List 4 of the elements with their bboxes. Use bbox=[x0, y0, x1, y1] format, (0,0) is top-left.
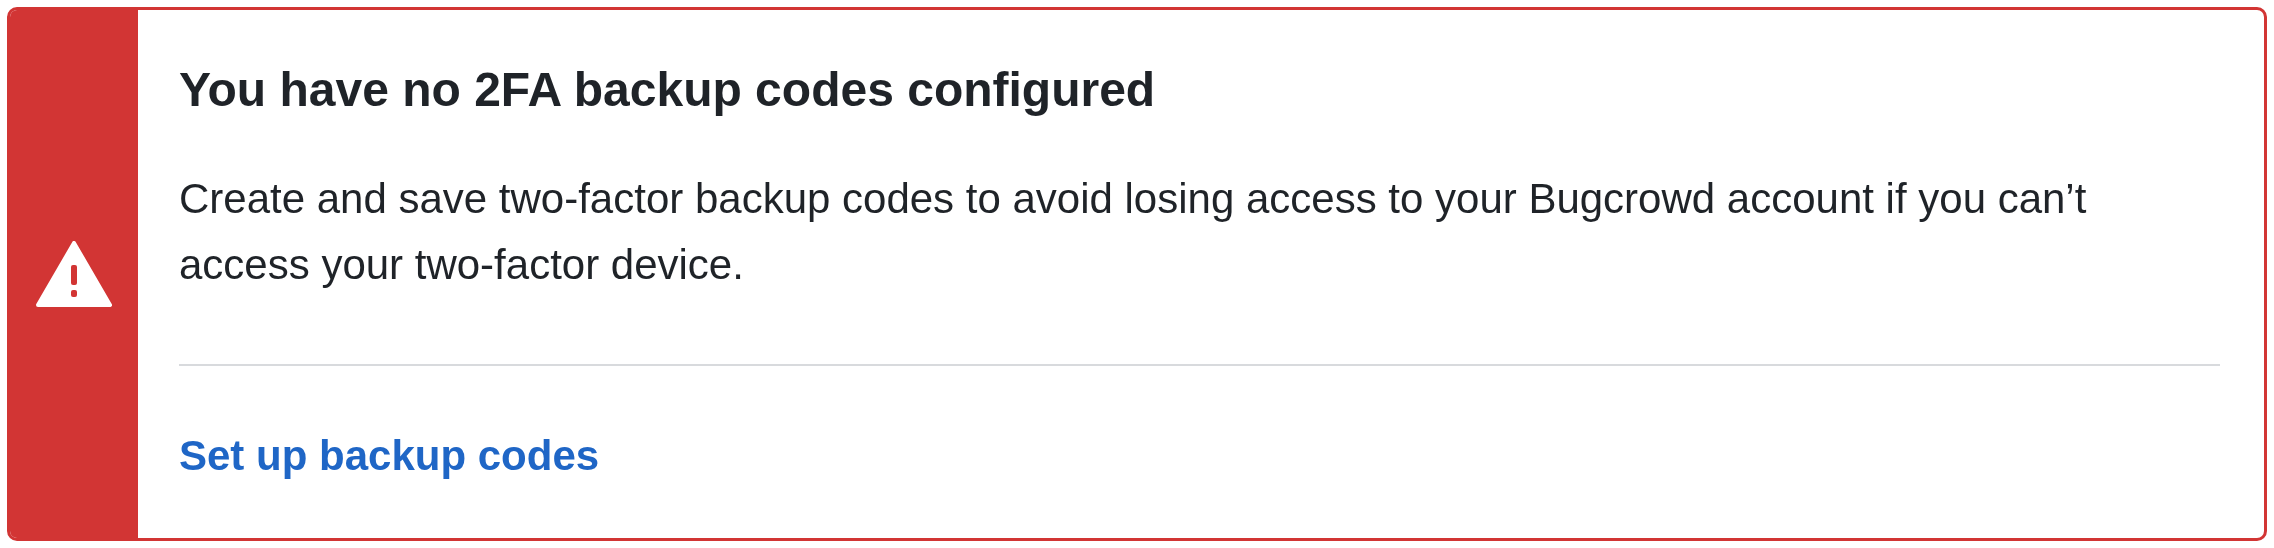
alert-title: You have no 2FA backup codes configured bbox=[179, 62, 1157, 118]
alert-message: Create and save two-factor backup codes to avoid losing access to your Bugcrowd account if you can’t access your two-factor device. bbox=[179, 174, 2088, 290]
setup-link[interactable]: Set up backup codes bbox=[179, 432, 600, 479]
warning-icon bbox=[36, 241, 112, 307]
